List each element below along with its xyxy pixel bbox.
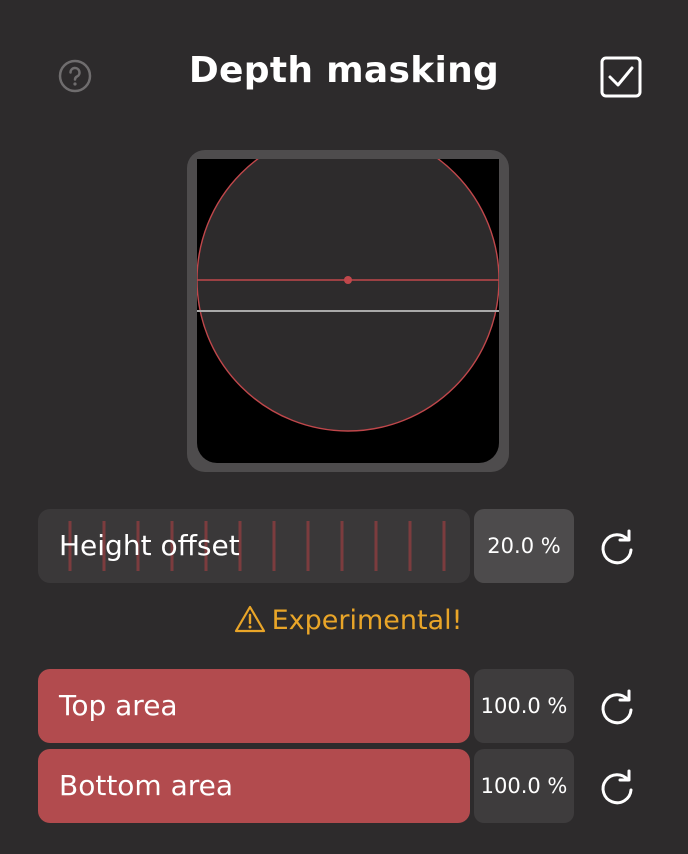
warning-triangle-icon	[234, 605, 265, 633]
center-dot	[344, 276, 352, 284]
warning-text: Experimental!	[271, 605, 463, 636]
experimental-warning: Experimental!	[0, 605, 688, 636]
preview-canvas	[197, 159, 499, 463]
enable-checkbox[interactable]	[599, 55, 643, 99]
reset-icon[interactable]	[598, 768, 636, 806]
page-title: Depth masking	[188, 50, 500, 91]
top-area-row: Top area 100.0 %	[38, 669, 648, 743]
height-offset-value[interactable]: 20.0 %	[474, 509, 574, 583]
bottom-area-value[interactable]: 100.0 %	[474, 749, 574, 823]
top-area-label: Top area	[59, 689, 178, 722]
reset-icon[interactable]	[598, 688, 636, 726]
height-offset-label: Height offset	[59, 529, 240, 562]
bottom-area-slider[interactable]: Bottom area	[38, 749, 470, 823]
bottom-area-row: Bottom area 100.0 %	[38, 749, 648, 823]
bottom-area-label: Bottom area	[59, 769, 234, 802]
reset-icon[interactable]	[598, 528, 636, 566]
height-offset-row: Height offset 20.0 %	[38, 509, 648, 583]
top-area-value[interactable]: 100.0 %	[474, 669, 574, 743]
height-offset-slider[interactable]: Height offset	[38, 509, 470, 583]
top-area-slider[interactable]: Top area	[38, 669, 470, 743]
depth-mask-preview	[187, 150, 509, 472]
